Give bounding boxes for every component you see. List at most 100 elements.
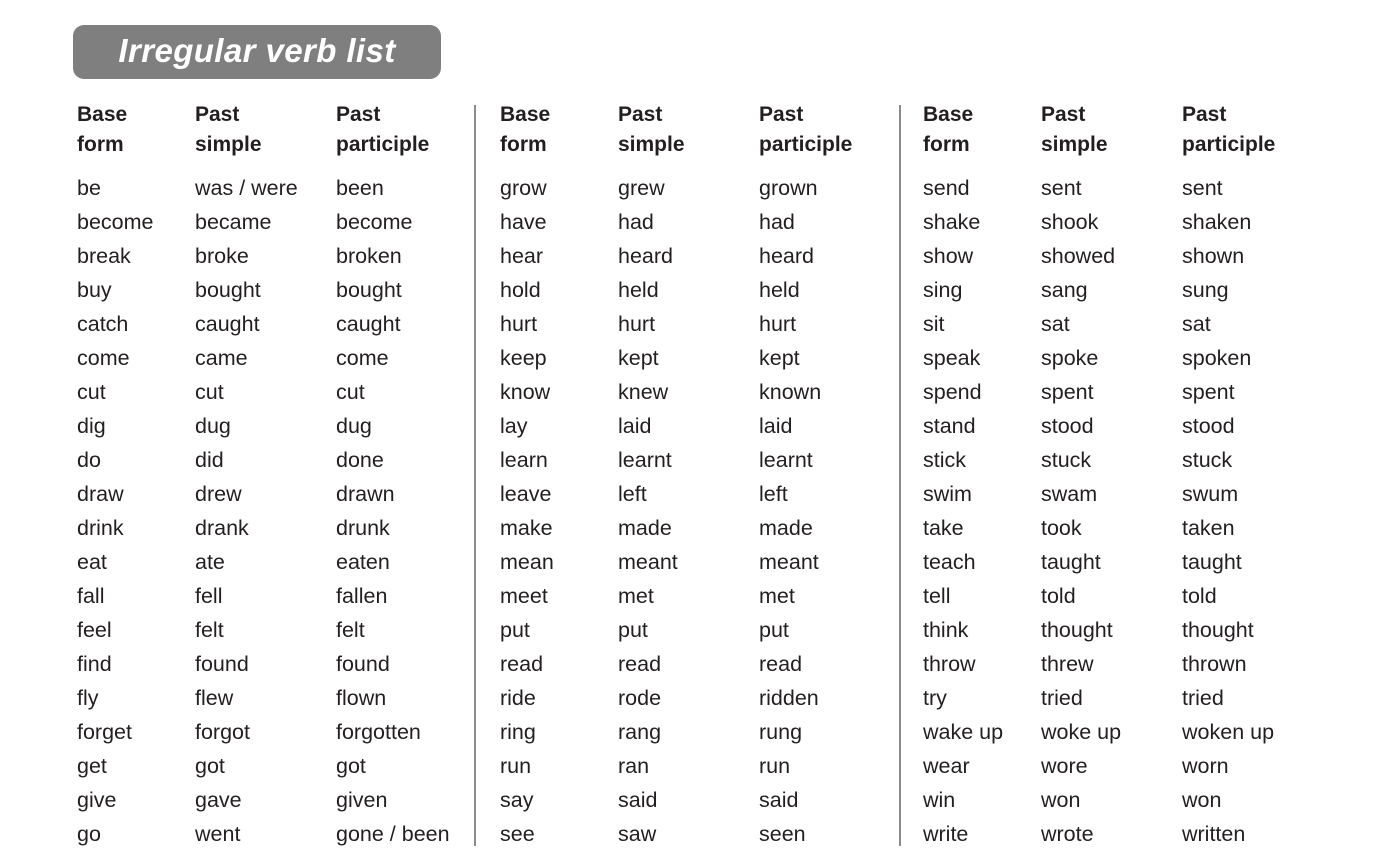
verb-cell-base-form: draw	[77, 481, 124, 506]
verb-cell-past-participle: got	[336, 753, 366, 778]
verb-cell-past-simple: felt	[195, 617, 224, 642]
verb-cell-past-simple: saw	[618, 821, 657, 846]
verb-cell-past-participle: gone / been	[336, 821, 450, 846]
verb-cell-past-participle: eaten	[336, 549, 390, 574]
verb-cell-base-form: find	[77, 651, 112, 676]
column-header-base-form: Base form	[500, 103, 551, 156]
verb-cell-past-simple: spent	[1041, 379, 1094, 404]
verb-group-1: Base form Past simple Past participle be was…	[77, 100, 450, 851]
verb-cell-base-form: stick	[923, 447, 966, 472]
verb-cell-past-participle: read	[759, 651, 803, 676]
verb-cell-base-form: think	[923, 617, 969, 642]
verb-cell-past-participle: felt	[336, 617, 365, 642]
verb-cell-base-form: tell	[923, 583, 951, 608]
verb-cell-base-form: read	[500, 651, 544, 676]
verb-cell-base-form: show	[923, 243, 974, 268]
verb-cell-past-participle: caught	[336, 311, 401, 336]
verb-cell-past-simple: broke	[195, 243, 249, 268]
verb-cell-past-participle: given	[336, 787, 388, 812]
verb-cell-past-participle: been	[336, 175, 384, 200]
verb-cell-past-participle: ridden	[759, 685, 819, 710]
verb-cell-past-participle: forgotten	[336, 719, 421, 744]
verb-cell-past-simple: flew	[195, 685, 234, 710]
verb-cell-past-participle: fallen	[336, 583, 388, 608]
verb-cell-past-participle: found	[336, 651, 390, 676]
verb-cell-base-form: get	[77, 753, 107, 778]
verb-cell-past-simple: became	[195, 209, 272, 234]
column-header-past-participle: Past participle	[336, 103, 430, 156]
verb-cell-past-participle: sat	[1182, 311, 1211, 336]
verb-cell-base-form: hold	[500, 277, 541, 302]
verb-cell-past-simple: met	[618, 583, 654, 608]
verb-cell-past-simple: told	[1041, 583, 1076, 608]
verb-cell-past-simple: rang	[618, 719, 662, 744]
verb-cell-past-participle: tried	[1182, 685, 1224, 710]
verb-cell-base-form: fall	[77, 583, 105, 608]
verb-cell-base-form: buy	[77, 277, 112, 302]
verb-cell-past-simple: sent	[1041, 175, 1082, 200]
verb-cell-past-participle: swum	[1182, 481, 1239, 506]
verb-cell-past-participle: worn	[1182, 753, 1229, 778]
verb-cell-past-participle: drunk	[336, 515, 390, 540]
verb-cell-past-participle: sent	[1182, 175, 1223, 200]
verb-cell-past-participle: learnt	[759, 447, 813, 472]
verb-cell-past-simple: forgot	[195, 719, 250, 744]
verb-cell-past-simple: caught	[195, 311, 260, 336]
verb-cell-past-participle: rung	[759, 719, 803, 744]
verb-cell-past-simple: said	[618, 787, 658, 812]
verb-cell-past-participle: broken	[336, 243, 402, 268]
verb-cell-past-simple: fell	[195, 583, 223, 608]
verb-cell-past-participle: put	[759, 617, 789, 642]
verb-cell-past-participle: become	[336, 209, 413, 234]
verb-cell-base-form: speak	[923, 345, 981, 370]
verb-cell-base-form: swim	[923, 481, 972, 506]
column-header-past-simple: Past simple	[618, 103, 685, 156]
verb-cell-past-participle: stuck	[1182, 447, 1233, 472]
verb-cell-base-form: meet	[500, 583, 548, 608]
verb-cell-base-form: catch	[77, 311, 129, 336]
verb-cell-base-form: send	[923, 175, 970, 200]
verb-cell-past-simple: wrote	[1041, 821, 1094, 846]
verb-cell-past-simple: did	[195, 447, 224, 472]
verb-cell-past-simple: put	[618, 617, 648, 642]
verb-cell-past-simple: hurt	[618, 311, 656, 336]
verb-cell-base-form: put	[500, 617, 530, 642]
verb-cell-past-simple: learnt	[618, 447, 672, 472]
verb-cell-base-form: learn	[500, 447, 548, 472]
column-header-past-participle: Past participle	[759, 103, 853, 156]
verb-cell-base-form: sit	[923, 311, 945, 336]
column-group-divider-1	[474, 105, 476, 846]
verb-cell-base-form: give	[77, 787, 117, 812]
verb-cell-past-simple: heard	[618, 243, 673, 268]
verb-cell-base-form: do	[77, 447, 101, 472]
verb-cell-past-simple: wore	[1041, 753, 1088, 778]
verb-cell-base-form: see	[500, 821, 535, 846]
verb-cell-past-simple: thought	[1041, 617, 1113, 642]
verb-cell-base-form: forget	[77, 719, 132, 744]
verb-cell-past-participle: bought	[336, 277, 402, 302]
verb-cell-past-simple: ate	[195, 549, 225, 574]
verb-cell-base-form: ring	[500, 719, 536, 744]
irregular-verb-list-sheet: Irregular verb list Base form Past simple…	[0, 0, 1395, 867]
verb-group-2: Base form Past simple Past participle grow g…	[500, 100, 852, 851]
verb-cell-past-simple: took	[1041, 515, 1082, 540]
verb-cell-past-simple: rode	[618, 685, 662, 710]
verb-cell-past-participle: left	[759, 481, 788, 506]
verb-cell-base-form: wake up	[923, 719, 1004, 744]
verb-cell-base-form: sing	[923, 277, 963, 302]
verb-cell-base-form: be	[77, 175, 101, 200]
verb-cell-base-form: try	[923, 685, 947, 710]
verb-cell-past-participle: shown	[1182, 243, 1245, 268]
verb-cell-past-participle: made	[759, 515, 813, 540]
verb-cell-past-participle: known	[759, 379, 822, 404]
verb-cell-base-form: run	[500, 753, 532, 778]
column-header-past-participle: Past participle	[1182, 103, 1276, 156]
verb-cell-past-participle: seen	[759, 821, 806, 846]
verb-cell-past-simple: had	[618, 209, 654, 234]
verb-cell-past-simple: left	[618, 481, 647, 506]
verb-cell-past-participle: thought	[1182, 617, 1254, 642]
verb-cell-base-form: feel	[77, 617, 112, 642]
verb-cell-past-participle: shaken	[1182, 209, 1252, 234]
verb-cell-base-form: mean	[500, 549, 554, 574]
page-title-badge: Irregular verb list	[73, 25, 441, 79]
